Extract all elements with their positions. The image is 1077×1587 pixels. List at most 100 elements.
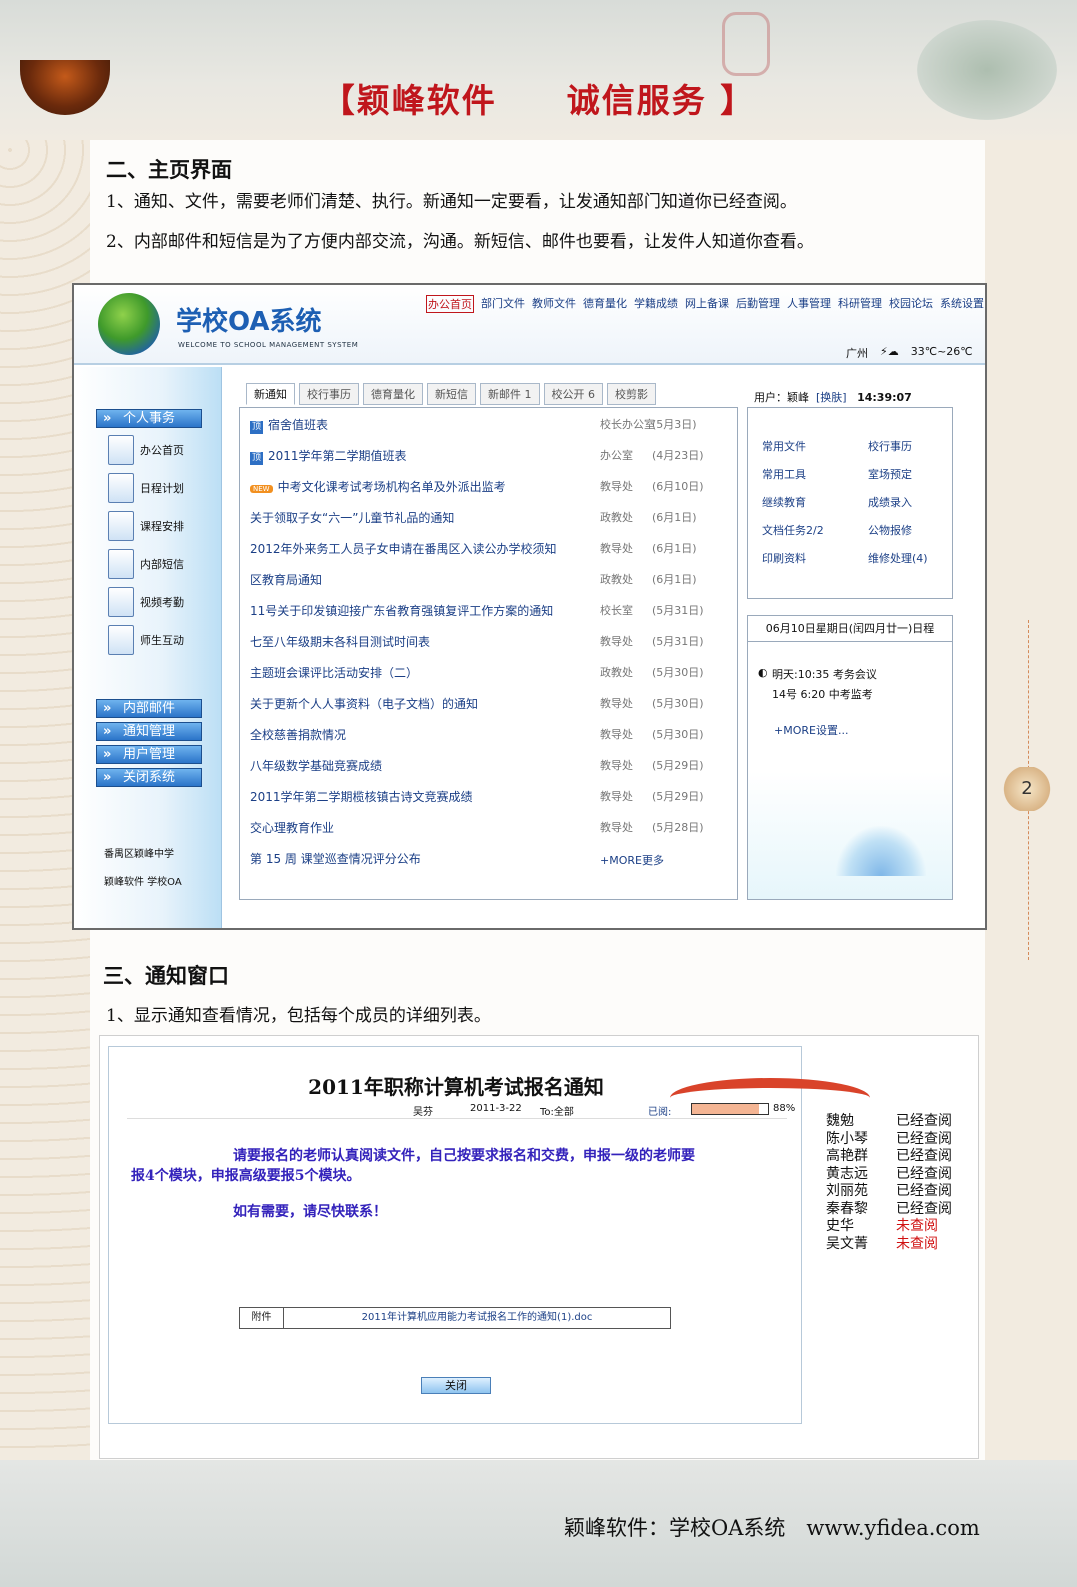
quick-link[interactable]: 常用文件 [762,438,806,454]
notice-row[interactable]: 2011学年第二学期榄核镇古诗文竞赛成绩 教导处 (5月29日) [250,788,730,808]
sidebar-button-close-system[interactable]: 关闭系统 [96,768,202,787]
notice-row[interactable]: 主题班会课评比活动安排（二） 政教处 (5月30日) [250,664,730,684]
notice-date: (5月31日) [652,604,704,617]
notice-row[interactable]: 全校慈善捐款情况 教导处 (5月30日) [250,726,730,746]
quick-link[interactable]: 印刷资料 [762,550,806,566]
sidebar-button-mail[interactable]: 内部邮件 [96,699,202,718]
office-home-icon [108,435,134,465]
notice-title[interactable]: 2011学年第二学期榄核镇古诗文竞赛成绩 [250,790,473,804]
status-row: 史华 未查阅 [822,1215,970,1234]
notice-row[interactable]: 2012年外来务工人员子女申请在番禺区入读公办学校须知 教导处 (6月1日) [250,540,730,560]
tab[interactable]: 校公开 6 [543,383,603,405]
weather-icon: ⚡☁ [880,345,899,358]
tab[interactable]: 校剪影 [607,383,656,405]
sidebar-item-interaction[interactable]: 师生互动 [108,625,184,655]
tab[interactable]: 德育量化 [363,383,423,405]
section-3-paragraph-1: 1、显示通知查看情况，包括每个成员的详细列表。 [106,1006,491,1026]
oa-sidebar: 个人事务 办公首页 日程计划 课程安排 内部短信 视频考勤 师生互动 内部邮件 … [74,367,222,928]
nav-item[interactable]: 学籍成绩 [634,295,678,313]
tab[interactable]: 新短信 [427,383,476,405]
notice-row[interactable]: 顶 2011学年第二学期值班表 办公室 (4月23日) [250,447,730,467]
notice-title[interactable]: 关于领取子女“六一”儿童节礼品的通知 [250,511,454,525]
seal-image [722,12,770,76]
schedule-icon [108,473,134,503]
schedule-item-2[interactable]: 14号 6:20 中考监考 [772,686,873,702]
tab[interactable]: 新通知 [246,383,295,405]
notice-row[interactable]: 关于更新个人人事资料（电子文档）的通知 教导处 (5月30日) [250,695,730,715]
video-icon [108,587,134,617]
notice-dept: 教导处 [600,697,633,710]
quick-link[interactable]: 校行事历 [868,438,912,454]
schedule-settings-link[interactable]: +MORE设置... [774,722,848,738]
nav-item[interactable]: 校园论坛 [889,295,933,313]
notice-row[interactable]: 交心理教育作业 教导处 (5月28日) [250,819,730,839]
notice-title[interactable]: 八年级数学基础竞赛成绩 [250,759,382,773]
quick-link[interactable]: 继续教育 [762,494,806,510]
skin-switch-link[interactable]: [换肤] [816,391,847,404]
notice-row[interactable]: NEW 中考文化课考试考场机构名单及外派出监考 教导处 (6月10日) [250,478,730,498]
schedule-item-1[interactable]: 明天:10:35 考务会议 [772,666,877,682]
notice-dept: 教导处 [600,759,633,772]
sidebar-item-courses[interactable]: 课程安排 [108,511,184,541]
notice-date: (5月28日) [652,821,704,834]
notice-row[interactable]: 八年级数学基础竞赛成绩 教导处 (5月29日) [250,757,730,777]
notice-title[interactable]: 全校慈善捐款情况 [250,728,346,742]
notice-date: (5月29日) [652,790,704,803]
attachment-label: 附件 [240,1308,284,1328]
notice-row[interactable]: 11号关于印发镇迎接广东省教育强镇复评工作方案的通知 校长室 (5月31日) [250,602,730,622]
quick-link[interactable]: 维修处理(4) [868,550,928,566]
notice-title[interactable]: 11号关于印发镇迎接广东省教育强镇复评工作方案的通知 [250,604,553,618]
notice-title[interactable]: 2011学年第二学期值班表 [268,449,407,463]
sidebar-item-office-home[interactable]: 办公首页 [108,435,184,465]
status-row: 秦春黎 已经查阅 [822,1198,970,1217]
section-2-paragraph-2: 2、内部邮件和短信是为了方便内部交流，沟通。新短信、邮件也要看，让发件人知道你查… [106,232,814,252]
tab[interactable]: 校行事历 [299,383,359,405]
nav-item[interactable]: 教师文件 [532,295,576,313]
notice-row[interactable]: 关于领取子女“六一”儿童节礼品的通知 政教处 (6月1日) [250,509,730,529]
read-label: 已阅: [648,1107,672,1118]
sidebar-button-personal[interactable]: 个人事务 [96,409,202,428]
school-logo-icon [98,293,160,355]
notice-title[interactable]: 区教育局通知 [250,573,322,587]
oa-tabs: 新通知 校行事历 德育量化 新短信 新邮件 1 校公开 6 校剪影 [246,383,656,405]
quick-link[interactable]: 常用工具 [762,466,806,482]
section-3-heading: 三、通知窗口 [103,963,229,988]
notice-title[interactable]: 关于更新个人人事资料（电子文档）的通知 [250,697,478,711]
notice-row[interactable]: 七至八年级期末各科目测试时间表 教导处 (5月31日) [250,633,730,653]
nav-item[interactable]: 系统设置 [940,295,984,313]
sidebar-button-user-manage[interactable]: 用户管理 [96,745,202,764]
notice-dept: 教导处 [600,790,633,803]
notice-title[interactable]: 第 15 周 课堂巡查情况评分公布 [250,852,421,866]
notice-title[interactable]: 交心理教育作业 [250,821,334,835]
nav-item[interactable]: 网上备课 [685,295,729,313]
nav-item[interactable]: 德育量化 [583,295,627,313]
quick-link[interactable]: 室场预定 [868,466,912,482]
sidebar-item-schedule[interactable]: 日程计划 [108,473,184,503]
page: 【颖峰软件 诚信服务 】 二、主页界面 1、通知、文件，需要老师们清楚、执行。新… [0,0,1077,1587]
nav-item[interactable]: 科研管理 [838,295,882,313]
notice-title[interactable]: 2012年外来务工人员子女申请在番禺区入读公办学校须知 [250,542,557,556]
quick-link[interactable]: 公物报修 [868,522,912,538]
sidebar-item-video-attendance[interactable]: 视频考勤 [108,587,184,617]
attachment-link[interactable]: 2011年计算机应用能力考试报名工作的通知(1).doc [284,1308,670,1328]
notice-row[interactable]: 区教育局通知 政教处 (6月1日) [250,571,730,591]
notice-title[interactable]: 主题班会课评比活动安排（二） [250,666,418,680]
quick-link[interactable]: 成绩录入 [868,494,912,510]
weather-temp: 33℃~26℃ [910,345,973,358]
schedule-date: 06月10日星期日(闰四月廿一)日程 [748,616,952,642]
sidebar-button-notice-manage[interactable]: 通知管理 [96,722,202,741]
nav-item[interactable]: 办公首页 [426,295,474,313]
nav-item[interactable]: 人事管理 [787,295,831,313]
notice-title[interactable]: 中考文化课考试考场机构名单及外派出监考 [278,480,506,494]
nav-item[interactable]: 部门文件 [481,295,525,313]
notice-title[interactable]: 宿舍值班表 [268,418,328,432]
notice-row[interactable]: 顶宿舍值班表 校长办公室 (5月3日) [250,416,730,436]
nav-item[interactable]: 后勤管理 [736,295,780,313]
quick-link[interactable]: 文档任务2/2 [762,522,824,538]
more-link[interactable]: +MORE更多 [600,852,664,868]
tab[interactable]: 新邮件 1 [480,383,540,405]
notice-title[interactable]: 七至八年级期末各科目测试时间表 [250,635,430,649]
close-button[interactable]: 关闭 [421,1377,491,1394]
pin-badge: 顶 [250,452,263,465]
sidebar-item-sms[interactable]: 内部短信 [108,549,184,579]
